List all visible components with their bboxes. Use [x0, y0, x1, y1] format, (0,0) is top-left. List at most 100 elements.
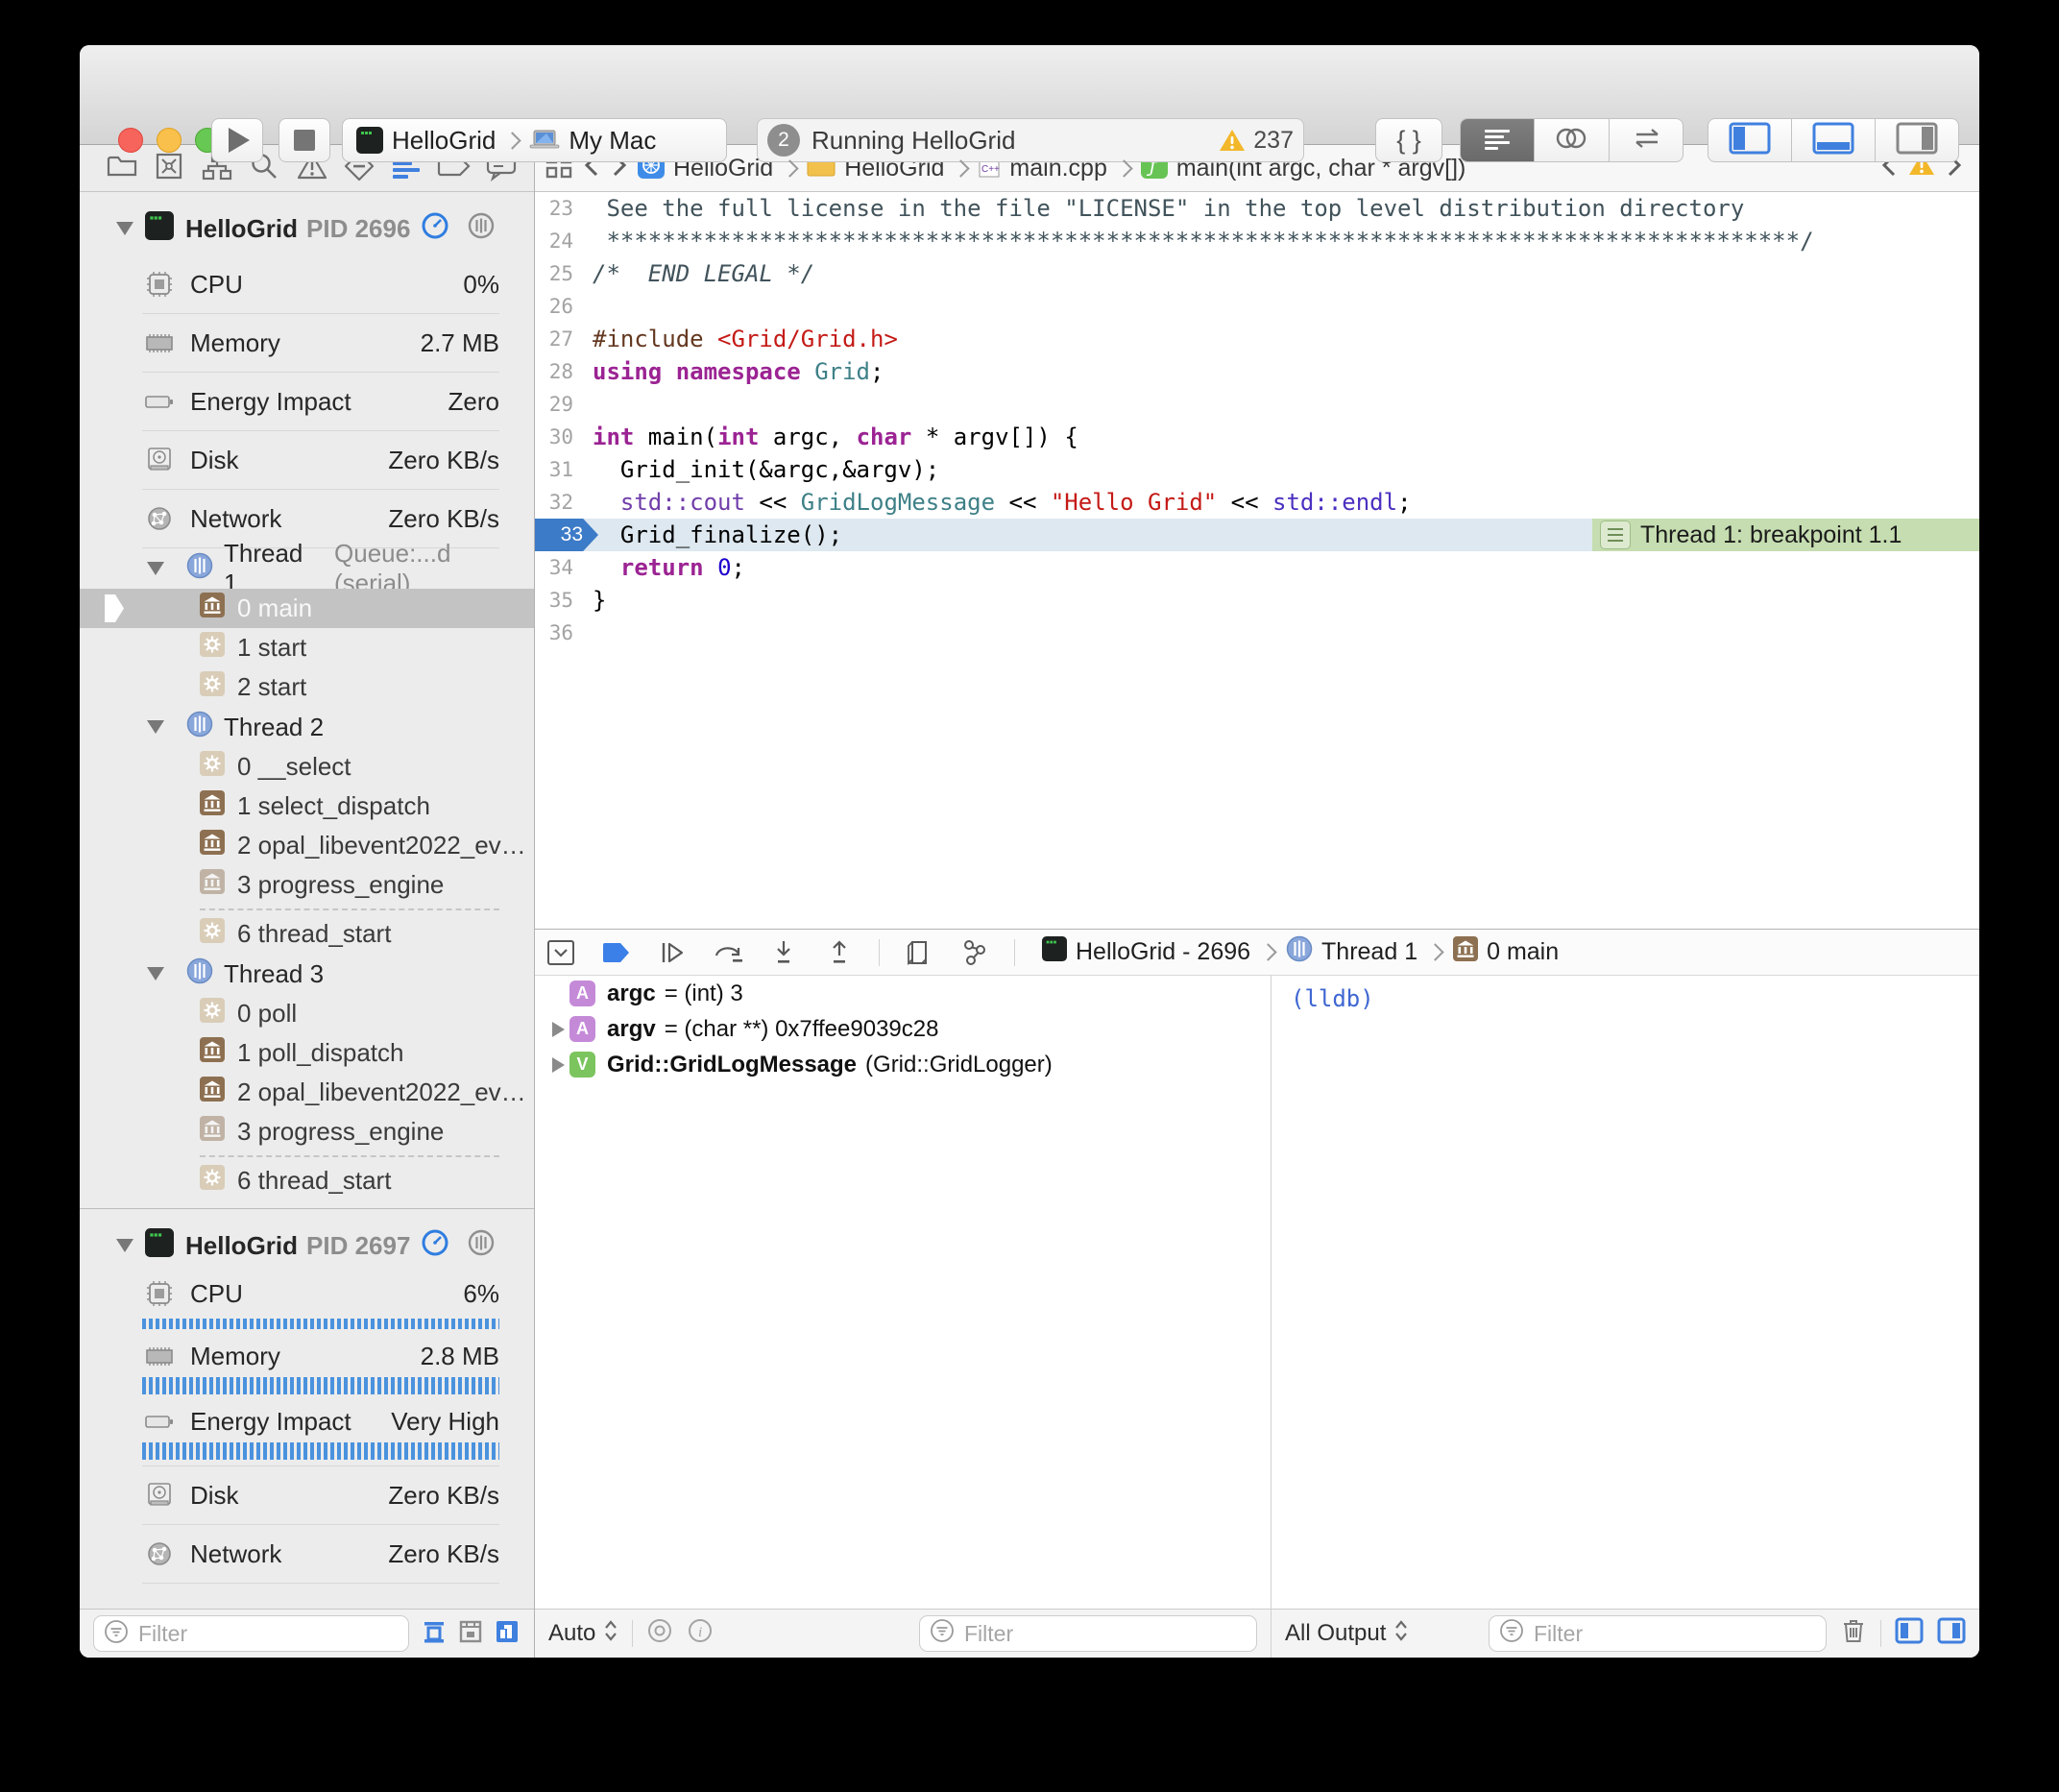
thread-row[interactable]: Thread 3 — [80, 954, 534, 994]
navigator-filter-field[interactable] — [93, 1615, 409, 1652]
stat-row-disk[interactable]: Disk Zero KB/s — [80, 431, 534, 489]
stack-frame-row[interactable]: 3 progress_engine — [80, 1112, 534, 1151]
debug-over-button[interactable] — [712, 936, 744, 969]
line-number[interactable]: 24 — [535, 225, 573, 257]
debug-bparrow-button[interactable] — [600, 936, 633, 969]
line-number[interactable]: 27 — [535, 323, 573, 355]
stack-frame-row[interactable]: 3 progress_engine — [80, 865, 534, 905]
stat-row-network[interactable]: Network Zero KB/s — [80, 1525, 534, 1583]
stat-row-cpu[interactable]: CPU 0% — [80, 255, 534, 313]
variable-row[interactable]: A argv = (char **) 0x7ffee9039c28 — [535, 1011, 1271, 1047]
debug-cont-button[interactable] — [656, 936, 689, 969]
code-text[interactable]: ****************************************… — [593, 225, 1814, 257]
breakpoint-badge[interactable]: 33 — [535, 519, 598, 551]
code-text[interactable]: int main(int argc, char * argv[]) { — [593, 421, 1078, 453]
stack-frame-row[interactable]: 6 thread_start — [80, 914, 534, 954]
line-number[interactable]: 30 — [535, 421, 573, 453]
thread-bars-icon[interactable] — [467, 1228, 496, 1264]
stat-row-memory[interactable]: Memory 2.8 MB — [80, 1335, 534, 1377]
code-text[interactable]: See the full license in the file "LICENS… — [593, 192, 1744, 225]
debug-out-button[interactable] — [823, 936, 856, 969]
stop-button[interactable] — [279, 118, 330, 162]
code-review-button[interactable]: { } — [1375, 118, 1442, 162]
debug-hide-button[interactable] — [545, 936, 577, 969]
breakpoint-annotation[interactable]: Thread 1: breakpoint 1.1 — [1592, 519, 1979, 551]
line-number[interactable]: 29 — [535, 388, 573, 421]
stat-row-energy-impact[interactable]: Energy Impact Very High — [80, 1400, 534, 1442]
console-scope-button[interactable]: All Output — [1285, 1618, 1409, 1650]
toggle-debug-area-button[interactable] — [1792, 119, 1876, 161]
variables-filter-input[interactable] — [962, 1620, 1247, 1648]
debug-crumb-item[interactable]: 0 main — [1453, 936, 1559, 968]
line-number[interactable]: 28 — [535, 355, 573, 388]
gauge-icon[interactable] — [421, 211, 449, 247]
debug-crumb-item[interactable]: HelloGrid - 2696 — [1042, 936, 1250, 968]
variables-scope-button[interactable]: Auto — [548, 1618, 618, 1650]
stack-frame-row[interactable]: 2 opal_libevent2022_ev… — [80, 826, 534, 865]
stat-row-disk[interactable]: Disk Zero KB/s — [80, 1466, 534, 1524]
line-number[interactable]: 32 — [535, 486, 573, 519]
view-mode-icon[interactable] — [494, 1618, 521, 1650]
nav-tab-project[interactable] — [105, 151, 139, 185]
gauge-icon[interactable] — [421, 1228, 449, 1264]
stat-row-memory[interactable]: Memory 2.7 MB — [80, 314, 534, 372]
standard-editor-button[interactable] — [1461, 119, 1535, 161]
line-number[interactable]: 35 — [535, 584, 573, 617]
minimize-window-button[interactable] — [157, 128, 182, 153]
debug-into-button[interactable] — [767, 936, 800, 969]
filter-breakpoints-icon[interactable] — [421, 1618, 448, 1650]
thread-row[interactable]: Thread 1 Queue:...d (serial) — [80, 548, 534, 589]
filter-running-icon[interactable] — [457, 1618, 484, 1650]
disclosure-triangle-icon[interactable] — [116, 1239, 133, 1252]
disclosure-triangle-icon[interactable] — [147, 967, 164, 981]
code-text[interactable]: Grid_finalize(); — [593, 519, 842, 551]
show-console-toggle-icon[interactable] — [1937, 1617, 1966, 1651]
navigator-filter-input[interactable] — [136, 1620, 399, 1648]
variable-row[interactable]: A argc = (int) 3 — [535, 976, 1271, 1011]
code-text[interactable]: /* END LEGAL */ — [593, 257, 814, 290]
stack-frame-row[interactable]: 1 start — [80, 628, 534, 667]
code-text[interactable]: using namespace Grid; — [593, 355, 884, 388]
stat-row-cpu[interactable]: CPU 6% — [80, 1272, 534, 1315]
stack-frame-row[interactable]: 0 poll — [80, 994, 534, 1033]
process-header[interactable]: HelloGrid PID 2697 — [80, 1209, 534, 1272]
disclosure-arrow-icon[interactable] — [546, 1057, 569, 1073]
close-window-button[interactable] — [118, 128, 143, 153]
console-filter-field[interactable] — [1489, 1615, 1827, 1652]
debug-crumb-item[interactable]: Thread 1 — [1286, 935, 1417, 969]
disclosure-triangle-icon[interactable] — [147, 562, 164, 575]
activity-viewer[interactable]: 2 Running HelloGrid 237 — [757, 118, 1304, 162]
run-button[interactable] — [211, 118, 263, 162]
code-text[interactable]: std::cout << GridLogMessage << "Hello Gr… — [593, 486, 1412, 519]
warning-count[interactable]: 237 — [1253, 127, 1294, 155]
variable-row[interactable]: V Grid::GridLogMessage (Grid::GridLogger… — [535, 1047, 1271, 1082]
variables-filter-field[interactable] — [919, 1615, 1257, 1652]
stack-frame-row[interactable]: 2 opal_libevent2022_ev… — [80, 1073, 534, 1112]
line-number[interactable]: 26 — [535, 290, 573, 323]
stack-frame-row[interactable]: 6 thread_start — [80, 1161, 534, 1200]
code-editor[interactable]: 23 See the full license in the file "LIC… — [535, 192, 1979, 929]
toggle-navigator-button[interactable] — [1708, 119, 1792, 161]
show-variables-toggle-icon[interactable] — [1895, 1617, 1924, 1651]
lldb-prompt[interactable]: (lldb) — [1272, 976, 1979, 1012]
code-text[interactable]: return 0; — [593, 551, 745, 584]
stat-row-energy-impact[interactable]: Energy Impact Zero — [80, 373, 534, 430]
clear-console-icon[interactable] — [1840, 1616, 1867, 1652]
line-number[interactable]: 25 — [535, 257, 573, 290]
stack-frame-row[interactable]: 0 __select — [80, 747, 534, 787]
stack-frame-row[interactable]: 1 select_dispatch — [80, 787, 534, 826]
debug-memgraph-button[interactable] — [958, 936, 991, 969]
process-header[interactable]: HelloGrid PID 2696 — [80, 192, 534, 255]
nav-tab-source-control[interactable] — [152, 151, 186, 185]
disclosure-arrow-icon[interactable] — [546, 1022, 569, 1037]
line-number[interactable]: 34 — [535, 551, 573, 584]
info-icon[interactable]: i — [687, 1617, 714, 1651]
code-text[interactable]: #include <Grid/Grid.h> — [593, 323, 898, 355]
assistant-editor-button[interactable] — [1535, 119, 1609, 161]
stack-frame-row[interactable]: 0 main — [80, 589, 534, 628]
code-text[interactable]: } — [593, 584, 606, 617]
quicklook-icon[interactable] — [646, 1617, 673, 1651]
stack-frame-row[interactable]: 1 poll_dispatch — [80, 1033, 534, 1073]
scheme-selector[interactable]: HelloGrid My Mac — [342, 118, 727, 162]
disclosure-triangle-icon[interactable] — [116, 222, 133, 235]
